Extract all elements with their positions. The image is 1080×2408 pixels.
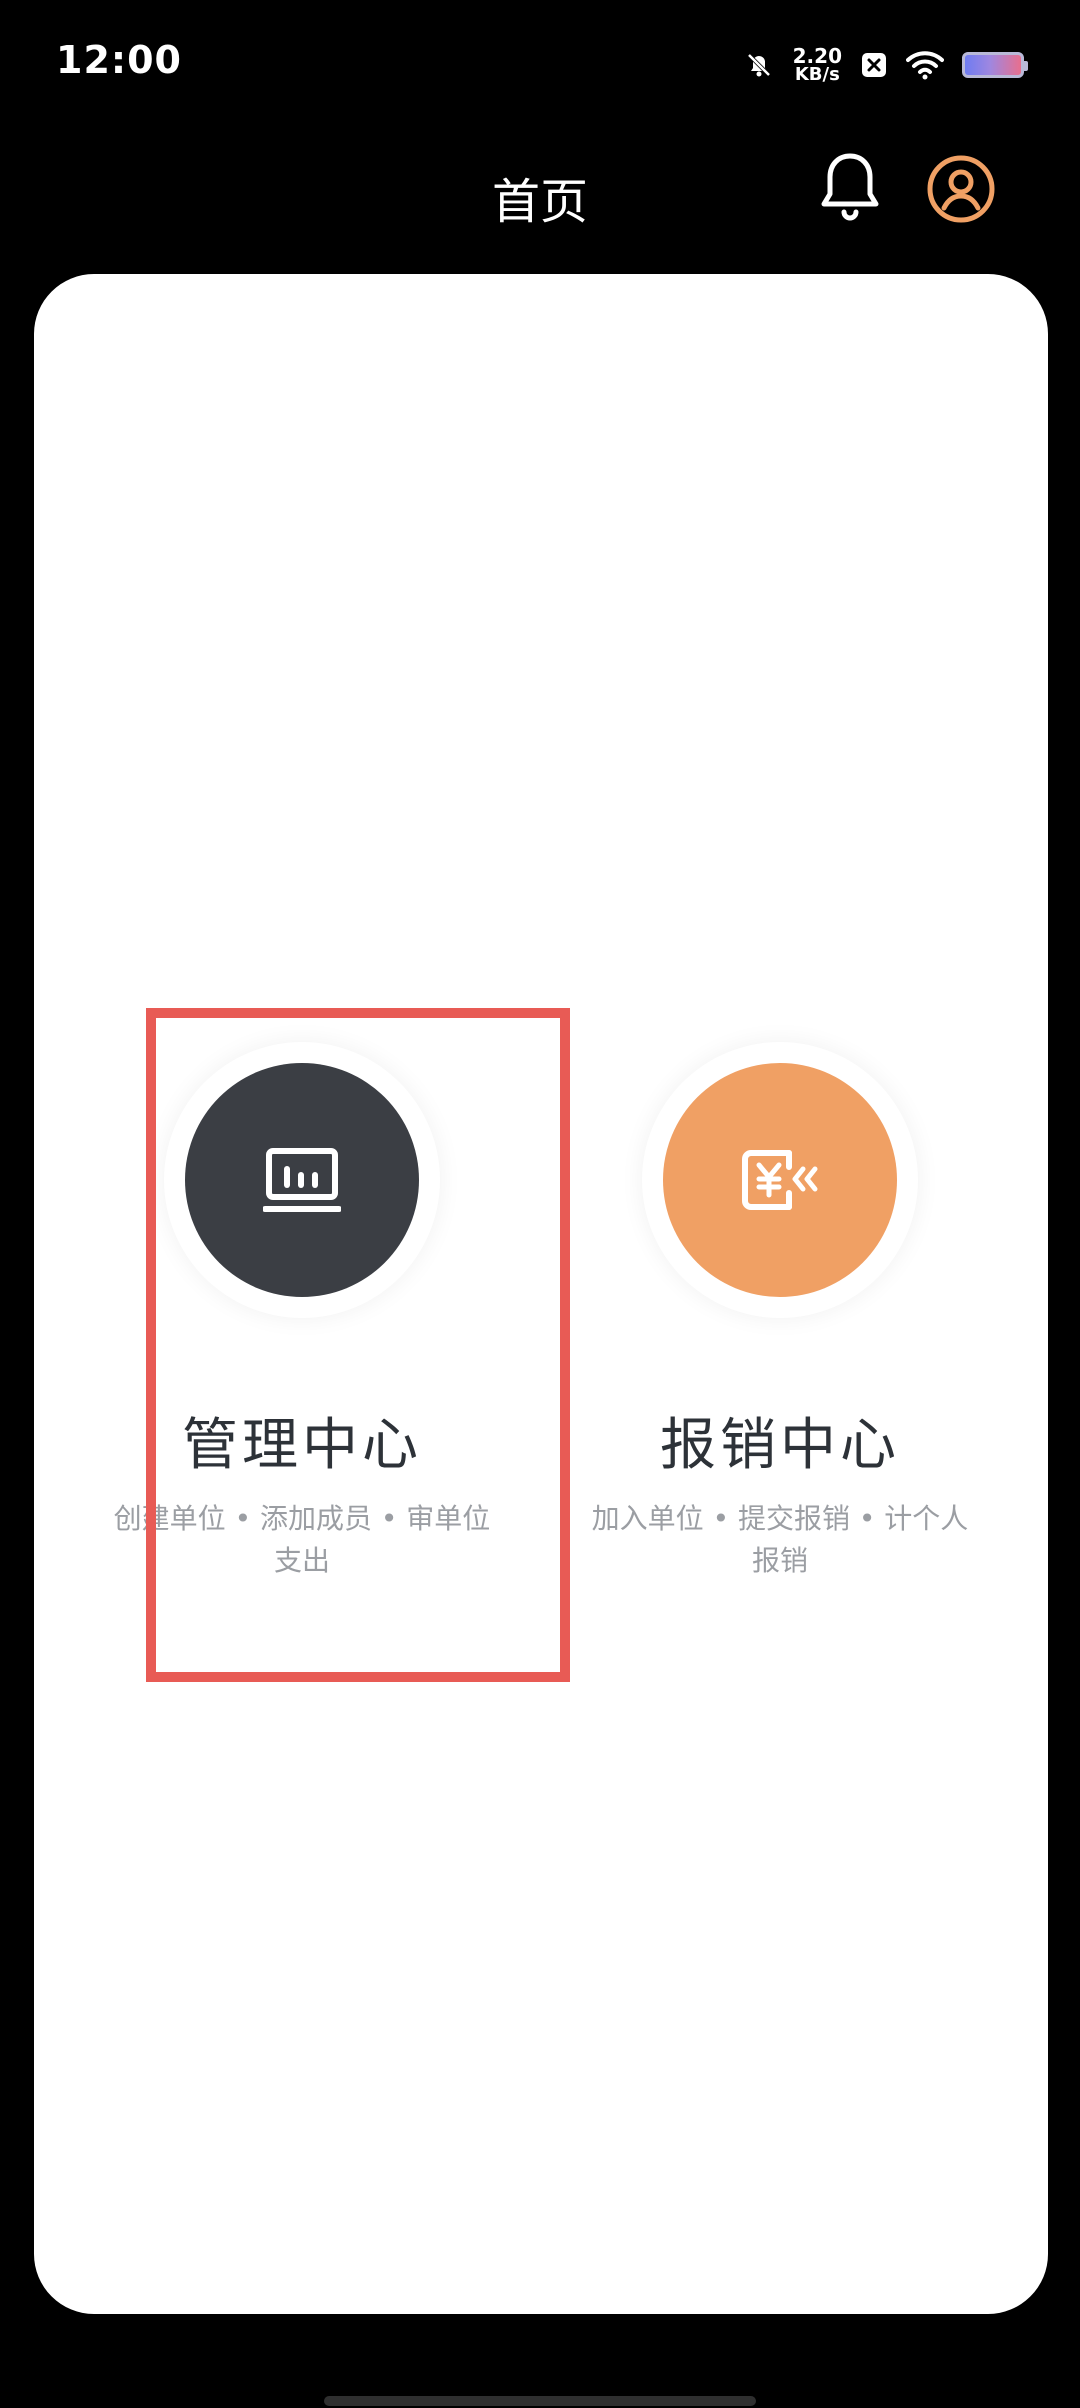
status-time: 12:00 <box>56 38 182 82</box>
reimbursement-center-title: 报销中心 <box>660 1413 900 1478</box>
battery-icon <box>962 52 1028 78</box>
status-bar: 12:00 2.20 KB/s <box>0 0 1080 130</box>
page-title: 首页 <box>491 174 588 230</box>
status-icons: 2.20 KB/s <box>743 40 1028 90</box>
reimbursement-center-description: 加入单位 • 提交报销 • 计个人报销 <box>591 1502 969 1577</box>
management-center-title: 管理中心 <box>182 1413 422 1478</box>
management-icon-circle[interactable] <box>185 1063 419 1297</box>
bell-icon[interactable] <box>818 150 882 226</box>
reimbursement-center-tile[interactable]: 报销中心 加入单位 • 提交报销 • 计个人报销 <box>580 760 980 1577</box>
reimbursement-icon-circle[interactable] <box>663 1063 897 1297</box>
mute-bell-icon <box>747 53 771 77</box>
wifi-icon <box>906 51 944 80</box>
management-center-tile[interactable]: 管理中心 创建单位 • 添加成员 • 审单位支出 <box>102 760 502 1577</box>
reimbursement-icon-halo <box>642 1042 918 1318</box>
management-icon-halo <box>164 1042 440 1318</box>
management-center-description: 创建单位 • 添加成员 • 审单位支出 <box>113 1502 491 1577</box>
home-indicator[interactable] <box>324 2396 756 2406</box>
profile-icon[interactable] <box>926 154 996 224</box>
yuan-document-icon <box>742 1150 818 1210</box>
net-speed-unit: KB/s <box>794 64 840 85</box>
net-speed-value: 2.20 <box>792 44 842 68</box>
net-speed: 2.20 KB/s <box>793 46 842 84</box>
monitor-chart-icon <box>263 1148 341 1212</box>
top-bar: 首页 <box>0 140 1080 250</box>
close-box-icon <box>862 53 886 77</box>
